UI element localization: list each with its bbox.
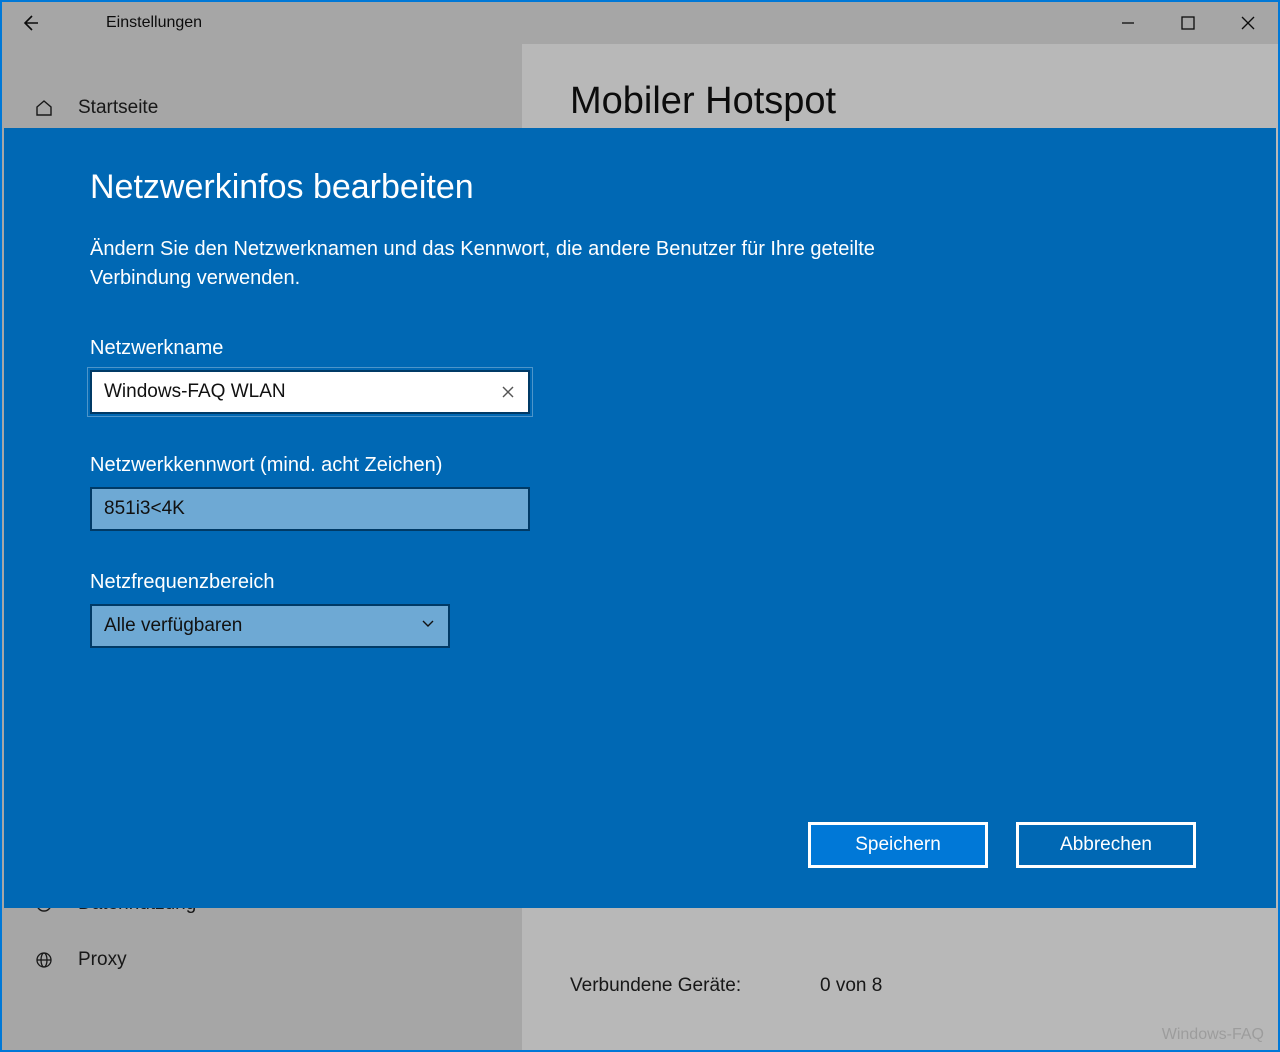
connected-devices-row: Verbundene Geräte: 0 von 8 [570,975,1278,997]
sidebar-item-label: Startseite [58,97,158,119]
dialog-buttons: Speichern Abbrechen [808,822,1196,868]
network-name-label: Netzwerkname [90,337,530,360]
globe-icon [30,950,58,970]
chevron-down-icon [420,615,436,637]
connected-devices-label: Verbundene Geräte: [570,975,820,997]
edit-network-info-dialog: Netzwerkinfos bearbeiten Ändern Sie den … [4,128,1276,908]
cancel-button[interactable]: Abbrechen [1016,822,1196,868]
watermark: Windows-FAQ [1162,1026,1264,1044]
window-title: Einstellungen [58,14,202,32]
clear-input-button[interactable] [488,372,528,412]
save-button[interactable]: Speichern [808,822,988,868]
network-password-label: Netzwerkkennwort (mind. acht Zeichen) [90,454,530,477]
network-name-input-wrapper [90,370,530,414]
page-title: Mobiler Hotspot [570,80,1278,123]
window-controls [1098,2,1278,44]
close-button[interactable] [1218,2,1278,44]
network-name-field: Netzwerkname [90,337,530,414]
settings-window: Einstellungen Startseite [0,0,1280,1052]
connected-devices-value: 0 von 8 [820,975,882,997]
home-icon [30,98,58,118]
network-name-input[interactable] [92,372,488,412]
network-password-input[interactable] [92,489,528,529]
maximize-button[interactable] [1158,2,1218,44]
frequency-band-label: Netzfrequenzbereich [90,571,530,594]
cancel-button-label: Abbrechen [1060,834,1152,856]
minimize-button[interactable] [1098,2,1158,44]
frequency-band-select[interactable]: Alle verfügbaren [90,604,450,648]
network-password-field: Netzwerkkennwort (mind. acht Zeichen) [90,454,530,531]
network-password-input-wrapper [90,487,530,531]
frequency-band-value: Alle verfügbaren [104,615,242,637]
sidebar-item-label: Proxy [58,949,127,971]
dialog-title: Netzwerkinfos bearbeiten [90,168,1190,207]
frequency-band-field: Netzfrequenzbereich Alle verfügbaren [90,571,530,648]
save-button-label: Speichern [855,834,941,856]
sidebar-item-proxy[interactable]: Proxy [2,932,522,988]
back-button[interactable] [2,2,58,44]
titlebar: Einstellungen [2,2,1278,44]
dialog-description: Ändern Sie den Netzwerknamen und das Ken… [90,235,950,293]
